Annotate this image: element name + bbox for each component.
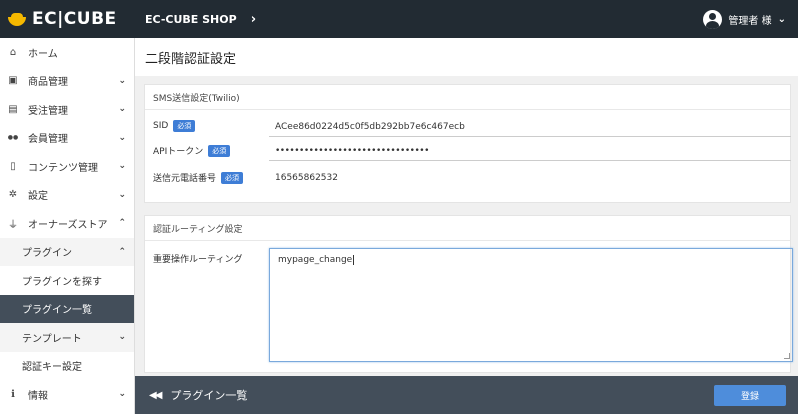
page-title: 二段階認証設定: [145, 51, 237, 67]
required-badge: 必須: [173, 120, 196, 132]
sidebar-item-orders[interactable]: ▤ 受注管理 ⌄: [0, 95, 134, 124]
api-token-label-row: APIトークン 必須: [153, 144, 231, 157]
shop-name: EC-CUBE SHOP: [145, 12, 237, 26]
double-chevron-left-icon: ◀◀: [149, 389, 162, 401]
sidebar-item-label: 認証キー設定: [22, 362, 82, 374]
sidebar-item-owners-store[interactable]: ⏚ オーナーズストア ⌃: [0, 209, 134, 238]
top-header: EC|CUBE EC-CUBE SHOP › 管理者 様 ⌄: [0, 0, 798, 38]
sidebar-item-label: ホーム: [28, 48, 58, 60]
sidebar-item-label: 商品管理: [28, 77, 68, 89]
page-title-bar: 二段階認証設定: [135, 38, 798, 76]
gear-icon: ✲: [8, 189, 18, 201]
logo-text: EC|CUBE: [32, 9, 117, 29]
sidebar-item-products[interactable]: ▣ 商品管理 ⌄: [0, 67, 134, 96]
sidebar-item-label: プラグインを探す: [22, 276, 102, 288]
api-token-input[interactable]: ••••••••••••••••••••••••••••••••: [269, 141, 791, 161]
sidebar: ⌂ ホーム ▣ 商品管理 ⌄ ▤ 受注管理 ⌄ ●● 会員管理 ⌄ ▯ コンテン…: [0, 38, 135, 414]
chevron-down-icon: ⌄: [118, 104, 126, 115]
sidebar-item-label: 設定: [28, 191, 48, 203]
sidebar-item-settings[interactable]: ✲ 設定 ⌄: [0, 181, 134, 210]
sid-label: SID: [153, 121, 169, 131]
plug-icon: ⏚: [8, 219, 18, 231]
footer-bar: ◀◀ プラグイン一覧 登録: [135, 376, 798, 414]
sidebar-item-label: 受注管理: [28, 105, 68, 117]
sidebar-item-template[interactable]: テンプレート ⌄: [0, 323, 134, 352]
ec-cube-logo[interactable]: EC|CUBE: [0, 0, 135, 38]
sidebar-item-home[interactable]: ⌂ ホーム: [0, 38, 134, 67]
home-icon: ⌂: [9, 46, 17, 58]
sidebar-item-customers[interactable]: ●● 会員管理 ⌄: [0, 124, 134, 153]
back-to-plugin-list-link[interactable]: ◀◀ プラグイン一覧: [135, 387, 247, 403]
chevron-down-icon: ⌄: [118, 161, 126, 172]
sidebar-item-label: プラグイン: [22, 248, 72, 260]
required-badge: 必須: [208, 144, 231, 157]
sidebar-item-label: 会員管理: [28, 134, 68, 146]
phone-input[interactable]: 16565862532: [269, 168, 791, 188]
sidebar-item-label: テンプレート: [22, 333, 82, 345]
info-icon: ℹ: [11, 388, 15, 400]
sidebar-item-label: 情報: [28, 390, 48, 402]
sms-settings-card: SMS送信設定(Twilio) SID 必須 ACee86d0224d5c0f5…: [144, 84, 791, 203]
sid-label-row: SID 必須: [153, 120, 196, 132]
user-label: 管理者 様: [728, 15, 772, 27]
main-content: 二段階認証設定 SMS送信設定(Twilio) SID 必須 ACee86d02…: [135, 38, 798, 376]
sid-input[interactable]: ACee86d0224d5c0f5db292bb7e6c467ecb: [269, 117, 791, 137]
text-cursor: [353, 255, 355, 265]
sidebar-item-label: コンテンツ管理: [28, 162, 98, 174]
routes-label-row: 重要操作ルーティング: [153, 252, 242, 265]
box-icon: ▣: [8, 75, 18, 87]
register-button[interactable]: 登録: [714, 385, 786, 406]
sidebar-item-plugin-list[interactable]: プラグイン一覧: [0, 294, 134, 323]
sidebar-item-auth-key[interactable]: 認証キー設定: [0, 352, 134, 381]
sidebar-item-plugin-search[interactable]: プラグインを探す: [0, 266, 134, 295]
card-header: 認証ルーティング設定: [145, 216, 790, 241]
sidebar-item-label: オーナーズストア: [28, 219, 108, 231]
chevron-down-icon: ⌄: [118, 389, 126, 400]
chevron-up-icon: ⌃: [118, 218, 126, 229]
routes-text: mypage_change: [278, 255, 353, 265]
chevron-up-icon: ⌃: [118, 246, 126, 257]
card-header: SMS送信設定(Twilio): [145, 85, 790, 110]
api-token-label: APIトークン: [153, 147, 204, 157]
chevron-down-icon: ⌄: [118, 75, 126, 86]
user-menu[interactable]: 管理者 様 ⌄: [703, 0, 786, 38]
routes-label: 重要操作ルーティング: [153, 255, 243, 265]
users-icon: ●●: [7, 134, 19, 142]
logo-bowl-icon: [8, 12, 26, 26]
chevron-down-icon: ⌄: [118, 332, 126, 343]
user-avatar-icon: [703, 9, 723, 29]
file-icon: ▯: [10, 160, 16, 172]
routing-settings-card: 認証ルーティング設定 重要操作ルーティング mypage_change: [144, 215, 793, 373]
chevron-down-icon: ⌄: [118, 189, 126, 200]
back-label: プラグイン一覧: [170, 389, 248, 402]
required-badge: 必須: [221, 171, 244, 184]
chevron-down-icon: ⌄: [777, 13, 786, 25]
cart-icon: ▤: [8, 103, 18, 115]
sidebar-item-plugin[interactable]: プラグイン ⌃: [0, 237, 134, 266]
phone-label: 送信元電話番号: [153, 174, 217, 184]
chevron-right-icon: ›: [250, 11, 257, 27]
resize-handle-icon[interactable]: [784, 353, 790, 359]
routes-textarea[interactable]: mypage_change: [269, 248, 793, 362]
sidebar-item-label: プラグイン一覧: [22, 305, 92, 317]
chevron-down-icon: ⌄: [118, 132, 126, 143]
shop-link[interactable]: EC-CUBE SHOP ›: [135, 12, 256, 27]
phone-label-row: 送信元電話番号 必須: [153, 171, 244, 184]
sidebar-item-contents[interactable]: ▯ コンテンツ管理 ⌄: [0, 152, 134, 181]
sidebar-item-info[interactable]: ℹ 情報 ⌄: [0, 380, 134, 409]
